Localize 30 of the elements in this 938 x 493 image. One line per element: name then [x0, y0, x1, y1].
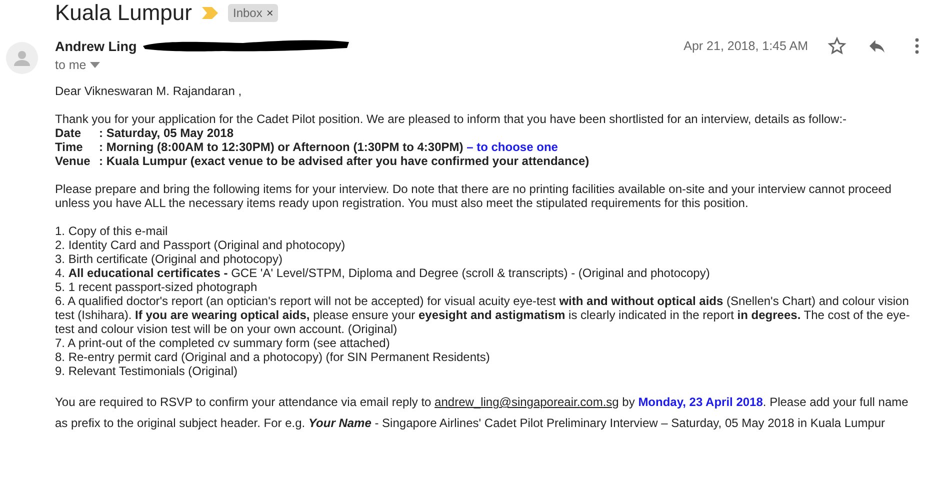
intro-text: Thank you for your application for the Cadet Pilot position. We are pleased to inform that you have been shortlisted for an interview, details as follow:-: [55, 112, 848, 126]
email-subject: Kuala Lumpur: [55, 0, 192, 26]
list-item: 9. Relevant Testimonials (Original): [55, 364, 239, 378]
greeting-text: Dear Vikneswaran M. Rajandaran ,: [55, 84, 243, 98]
recipient-label: to me: [55, 58, 86, 72]
detail-label: Venue: [55, 154, 92, 168]
list-item: 2. Identity Card and Passport (Original and photocopy): [55, 238, 346, 252]
detail-value: : Saturday, 05 May 2018: [99, 126, 234, 140]
importance-marker-icon[interactable]: [202, 7, 218, 19]
detail-label: Date: [55, 126, 82, 140]
list-item: 8. Re-entry permit card (Original and a photocopy) (for SIN Permanent Residents): [55, 350, 491, 364]
list-item: 7. A print-out of the completed cv summary form (see attached): [55, 336, 391, 350]
inbox-label[interactable]: Inbox ×: [228, 4, 278, 22]
list-item: 1. Copy of this e-mail: [55, 224, 169, 238]
star-icon[interactable]: [826, 35, 848, 57]
list-item: 5. 1 recent passport-sized photograph: [55, 280, 258, 294]
list-item: 3. Birth certificate (Original and photocopy): [55, 252, 284, 266]
caret-icon[interactable]: [90, 62, 100, 68]
sender-name: Andrew Ling: [55, 38, 137, 54]
detail-value: : Morning (8:00AM to 12:30PM) or Afternoon (1:30PM to 4:30PM): [99, 140, 464, 154]
rsvp-paragraph: You are required to RSVP to confirm your attendance via email reply to andrew_ling@singaporeair.com.sg by Monday, 23 April 2018. Please add your full name as prefix to the original subject header. For e.g. Your Name - Singapore Airlines' Cadet Pilot Preliminary Interview – Saturday, 05 May 2018 in Kuala Lumpur: [55, 394, 910, 432]
message-date: Apr 21, 2018, 1:45 AM: [684, 39, 808, 53]
detail-note: – to choose one: [466, 140, 558, 154]
list-item: 4. All educational certificates - GCE 'A' Level/STPM, Diploma and Degree (scroll & transcripts) - (Original and photocopy): [55, 266, 711, 280]
email-link[interactable]: andrew_ling@singaporeair.com.sg: [434, 395, 619, 409]
instructions-text: Please prepare and bring the following items for your interview. Do note that there are no printing facilities available on-site and your interview cannot proceed unless you have ALL the necessary items ready upon registration. You must also meet the stipulated requirements for this position.: [55, 182, 892, 210]
detail-label: Time: [55, 140, 84, 154]
list-item: 6. A qualified doctor's report (an optician's report will not be accepted) for visual acuity eye-test with and without optical aids (Snellen's Chart) and colour vision test (Ishihara). If you are wearing optical aids, please ensure your eyesight and astigmatism is clearly indicated in the report in degrees. The cost of the eye-test and colour vision test will be on your own account. (Original): [55, 294, 911, 336]
detail-value: : Kuala Lumpur (exact venue to be advised after you have confirmed your attendance): [99, 154, 590, 168]
avatar-icon: [6, 42, 38, 74]
